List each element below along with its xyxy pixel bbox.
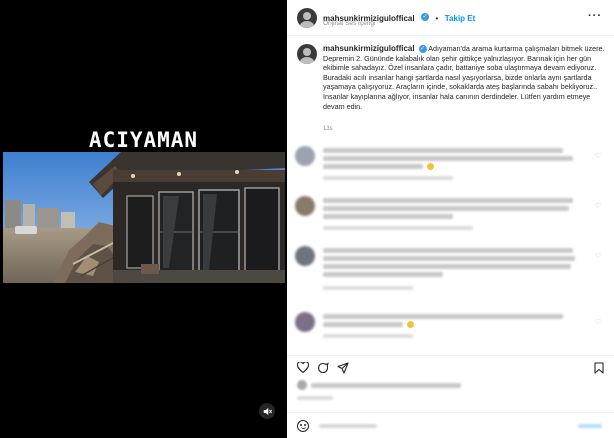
heart-icon[interactable] [297,362,309,373]
comment-item[interactable]: ♡ [295,312,605,348]
verified-badge-icon: ✓ [418,45,427,54]
comment-text-blurred [323,264,571,269]
post-caption: mahsunkirmiziguloffical ✓ Adıyaman'da ara… [323,44,605,111]
emoji-icon [427,163,434,170]
audio-label[interactable]: Orijinal Ses İçeriği [323,20,375,27]
comment-input[interactable] [319,424,377,428]
likes-text-blurred [311,383,461,388]
comment-avatar[interactable] [295,312,315,332]
caption-text: Adıyaman'da arama kurtarma çalışmaları b… [323,44,605,111]
comment-meta-blurred [323,176,453,180]
comment-text-blurred [323,164,423,169]
comment-text-blurred [323,148,563,153]
comment-like-heart-icon[interactable]: ♡ [595,152,601,160]
comment-avatar[interactable] [295,196,315,216]
emoji-icon [407,321,414,328]
video-frame[interactable] [3,152,285,283]
caption-username[interactable]: mahsunkirmiziguloffical [323,44,415,53]
comment-avatar[interactable] [295,146,315,166]
add-comment-bar [287,412,614,438]
more-options-button[interactable]: ··· [588,10,602,22]
comment-text-blurred [323,322,403,327]
comment-meta-blurred [323,334,413,338]
more-horizontal-icon: ··· [588,10,602,22]
post-panel: mahsunkirmiziguloffical ✓ • Takip Et Ori… [287,0,614,438]
comment-meta-blurred [323,226,473,230]
comment-text-blurred [323,256,575,261]
comment-text-blurred [323,248,573,253]
post-header: mahsunkirmiziguloffical ✓ • Takip Et Ori… [287,0,614,36]
liker-avatar [297,380,307,390]
comment-text-blurred [323,272,443,277]
verified-badge-icon: ✓ [421,12,430,21]
bookmark-icon[interactable] [594,362,604,374]
mute-button[interactable] [259,403,275,419]
comment-like-heart-icon[interactable]: ♡ [595,252,601,260]
comment-item[interactable]: ♡ [295,146,605,190]
speaker-muted-icon [263,407,272,415]
comment-text-blurred [323,156,573,161]
comment-like-heart-icon[interactable]: ♡ [595,202,601,210]
author-avatar[interactable] [297,8,317,28]
comment-like-heart-icon[interactable]: ♡ [595,318,601,326]
separator-dot: • [435,14,439,23]
comment-text-blurred [323,198,573,203]
caption-author-avatar[interactable] [297,44,317,64]
comment-item[interactable]: ♡ [295,246,605,300]
post-comment-button[interactable] [578,424,602,428]
paper-plane-icon[interactable] [337,362,349,374]
emoji-picker-icon[interactable] [297,420,309,432]
comment-meta-blurred [323,286,413,290]
comment-text-blurred [323,214,453,219]
post-media[interactable]: ACIYAMAN [0,0,287,438]
comment-text-blurred [323,314,563,319]
comment-item[interactable]: ♡ [295,196,605,240]
comment-icon[interactable] [317,362,329,374]
caption-timestamp: 13s [323,126,333,132]
comment-avatar[interactable] [295,246,315,266]
action-bar [287,355,614,375]
earthquake-scene-image [3,152,285,283]
comment-text-blurred [323,206,569,211]
media-overlay-title: ACIYAMAN [88,128,199,152]
post-date-blurred [297,396,333,400]
follow-button[interactable]: Takip Et [445,14,476,23]
